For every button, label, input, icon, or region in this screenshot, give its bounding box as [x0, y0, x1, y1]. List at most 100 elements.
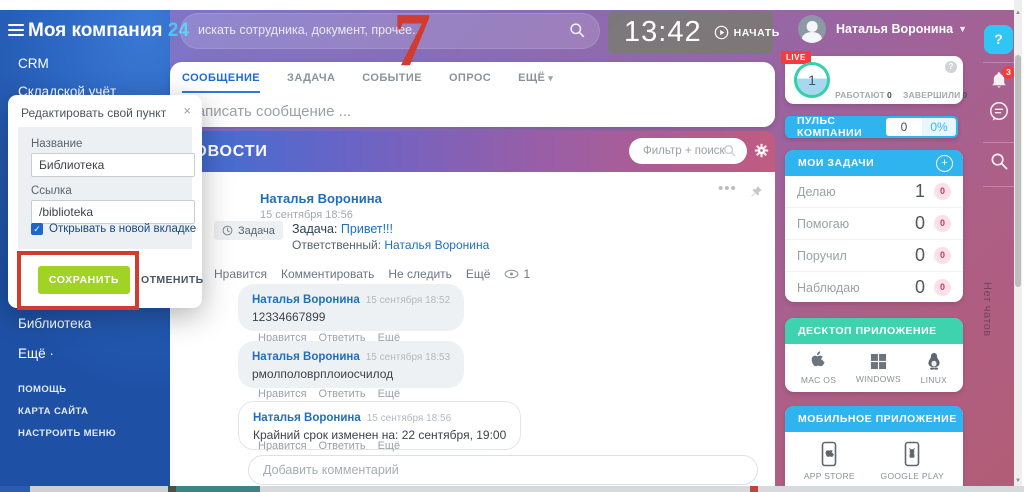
help-button[interactable]: ? — [984, 25, 1013, 54]
add-task-icon[interactable]: + — [936, 155, 953, 172]
comment-like[interactable]: Нравится — [258, 440, 307, 452]
task-counter-badge: 0 — [934, 215, 951, 232]
play-icon — [714, 25, 729, 40]
task-row-assigned[interactable]: Поручил 0 0 — [785, 239, 963, 271]
sidebar-link-configure-menu[interactable]: НАСТРОИТЬ МЕНЮ — [18, 428, 116, 439]
composer-card: СООБЩЕНИЕ ЗАДАЧА СОБЫТИЕ ОПРОС ЕЩЁ▾ — [170, 62, 775, 127]
user-name: Наталья Воронина — [836, 22, 953, 36]
sidebar-item-more[interactable]: Ещё · — [18, 346, 54, 361]
comment-reply[interactable]: Ответить — [319, 440, 366, 452]
task-counter-badge: 0 — [934, 183, 951, 200]
filter-placeholder: Фильтр + поиск — [643, 145, 725, 157]
bottom-strip — [0, 486, 30, 492]
live-widget: LIVE 1 РАБОТАЮТ0 ЗАВЕРШИЛИ0 ? — [785, 56, 963, 104]
comment-text: рмолполоврплоиосчилод — [252, 367, 450, 381]
post-actions: Нравится Комментировать Не следить Ещё 1 — [214, 267, 530, 281]
comment-actions: Нравится Ответить Ещё — [258, 440, 400, 452]
news-feed: Наталья Воронина 15 сентября 18:56 Задач… — [170, 172, 775, 486]
name-field[interactable] — [31, 153, 195, 177]
divider — [983, 186, 1014, 187]
comment-author[interactable]: Наталья Воронина — [252, 351, 360, 363]
global-search[interactable]: искать сотрудника, документ, прочее... — [180, 13, 600, 49]
googleplay-phone-icon — [903, 441, 921, 467]
eye-icon: 1 — [504, 267, 530, 281]
pin-icon[interactable] — [750, 185, 763, 198]
feed-filter-search[interactable]: Фильтр + поиск — [629, 138, 747, 164]
global-search-placeholder: искать сотрудника, документ, прочее... — [198, 23, 423, 37]
divider — [983, 142, 1014, 143]
sidebar-link-help[interactable]: ПОМОЩЬ — [18, 384, 66, 395]
my-tasks-header: МОИ ЗАДАЧИ + — [785, 150, 963, 176]
sidebar-link-sitemap[interactable]: КАРТА САЙТА — [18, 406, 88, 417]
action-more[interactable]: Ещё — [466, 267, 491, 281]
company-pulse-widget[interactable]: ПУЛЬС КОМПАНИИ 0 0% — [785, 116, 958, 138]
task-row-doing[interactable]: Делаю 1 0 — [785, 176, 963, 207]
macos-download[interactable]: MAC OS — [801, 351, 836, 385]
task-row-helping[interactable]: Помогаю 0 0 — [785, 207, 963, 239]
open-new-tab-checkbox[interactable]: ✓ Открывать в новой вкладке — [31, 223, 196, 235]
chevron-down-icon: ▼ — [958, 24, 967, 34]
rail-search-icon[interactable] — [990, 152, 1009, 171]
appstore-download[interactable]: APP STORE — [804, 441, 855, 481]
user-avatar — [798, 15, 826, 43]
bottom-strip — [260, 486, 1024, 492]
responsible-link[interactable]: Наталья Воронина — [384, 238, 489, 252]
comment-more[interactable]: Ещё — [378, 440, 401, 452]
annotation-highlight-rect — [17, 251, 139, 310]
comment-more[interactable]: Ещё — [378, 388, 401, 400]
clock-icon — [222, 225, 233, 236]
pulse-values: 0 0% — [886, 118, 956, 136]
task-link[interactable]: Привет!!! — [341, 222, 393, 236]
action-comment[interactable]: Комментировать — [281, 267, 374, 281]
news-banner: НОВОСТИ Фильтр + поиск — [170, 131, 775, 172]
link-field[interactable] — [31, 200, 195, 224]
action-unfollow[interactable]: Не следить — [388, 267, 452, 281]
post-author-link[interactable]: Наталья Воронина — [260, 191, 382, 206]
comment-date: 15 сентября 18:53 — [366, 352, 450, 363]
sidebar-item-crm[interactable]: CRM — [18, 56, 49, 71]
scrollbar-thumb[interactable] — [1015, 55, 1021, 287]
start-workday-button[interactable]: НАЧАТЬ — [714, 25, 780, 40]
post-type-badge: Задача — [214, 221, 283, 240]
tab-message[interactable]: СООБЩЕНИЕ — [182, 62, 260, 94]
linux-download[interactable]: LINUX — [921, 352, 948, 385]
live-counter[interactable]: 1 — [794, 62, 830, 98]
name-field-label: Название — [31, 138, 82, 150]
tab-task[interactable]: ЗАДАЧА — [287, 62, 335, 94]
message-input[interactable] — [170, 95, 775, 127]
mobile-app-widget: МОБИЛЬНОЕ ПРИЛОЖЕНИЕ APP STORE GOOGLE PL… — [785, 406, 963, 492]
checkbox-label: Открывать в новой вкладке — [49, 223, 196, 235]
sidebar-item-library[interactable]: Библиотека — [18, 316, 91, 331]
my-tasks-title: МОИ ЗАДАЧИ — [798, 157, 936, 169]
comment-text: 12334667899 — [252, 310, 450, 324]
comment-like[interactable]: Нравится — [258, 388, 307, 400]
search-icon — [723, 144, 737, 158]
user-menu[interactable]: Наталья Воронина ▼ — [798, 15, 967, 43]
appstore-phone-icon — [820, 441, 838, 467]
app-logo[interactable]: Моя компания 24 — [28, 20, 189, 42]
comment-author[interactable]: Наталья Воронина — [252, 294, 360, 306]
tab-more[interactable]: ЕЩЁ▾ — [518, 62, 553, 94]
chat-icon[interactable] — [988, 100, 1010, 122]
comment-author[interactable]: Наталья Воронина — [253, 412, 361, 424]
notifications-bell-icon[interactable]: 3 — [989, 70, 1009, 91]
post-more-icon[interactable]: ••• — [718, 180, 737, 197]
comment-reply[interactable]: Ответить — [319, 388, 366, 400]
menu-hamburger-icon[interactable] — [8, 24, 24, 36]
close-icon[interactable]: × — [183, 103, 191, 118]
windows-download[interactable]: WINDOWS — [856, 353, 901, 384]
link-field-label: Ссылка — [31, 185, 72, 197]
cancel-button[interactable]: ОТМЕНИТЬ — [141, 274, 204, 286]
action-like[interactable]: Нравится — [214, 267, 267, 281]
googleplay-download[interactable]: GOOGLE PLAY — [881, 441, 945, 481]
help-icon[interactable]: ? — [945, 61, 957, 73]
annotation-step-number: 7 — [393, 2, 431, 78]
bottom-strip — [176, 486, 260, 492]
scroll-down-arrow[interactable]: ▼ — [1014, 478, 1022, 484]
task-row-watching[interactable]: Наблюдаю 0 0 — [785, 271, 963, 303]
gear-icon[interactable] — [754, 143, 769, 158]
desktop-app-header: ДЕСКТОП ПРИЛОЖЕНИЕ — [785, 318, 963, 344]
tab-poll[interactable]: ОПРОС — [449, 62, 491, 94]
add-comment-input[interactable] — [248, 455, 758, 485]
scroll-up-arrow[interactable]: ▲ — [1014, 10, 1022, 16]
